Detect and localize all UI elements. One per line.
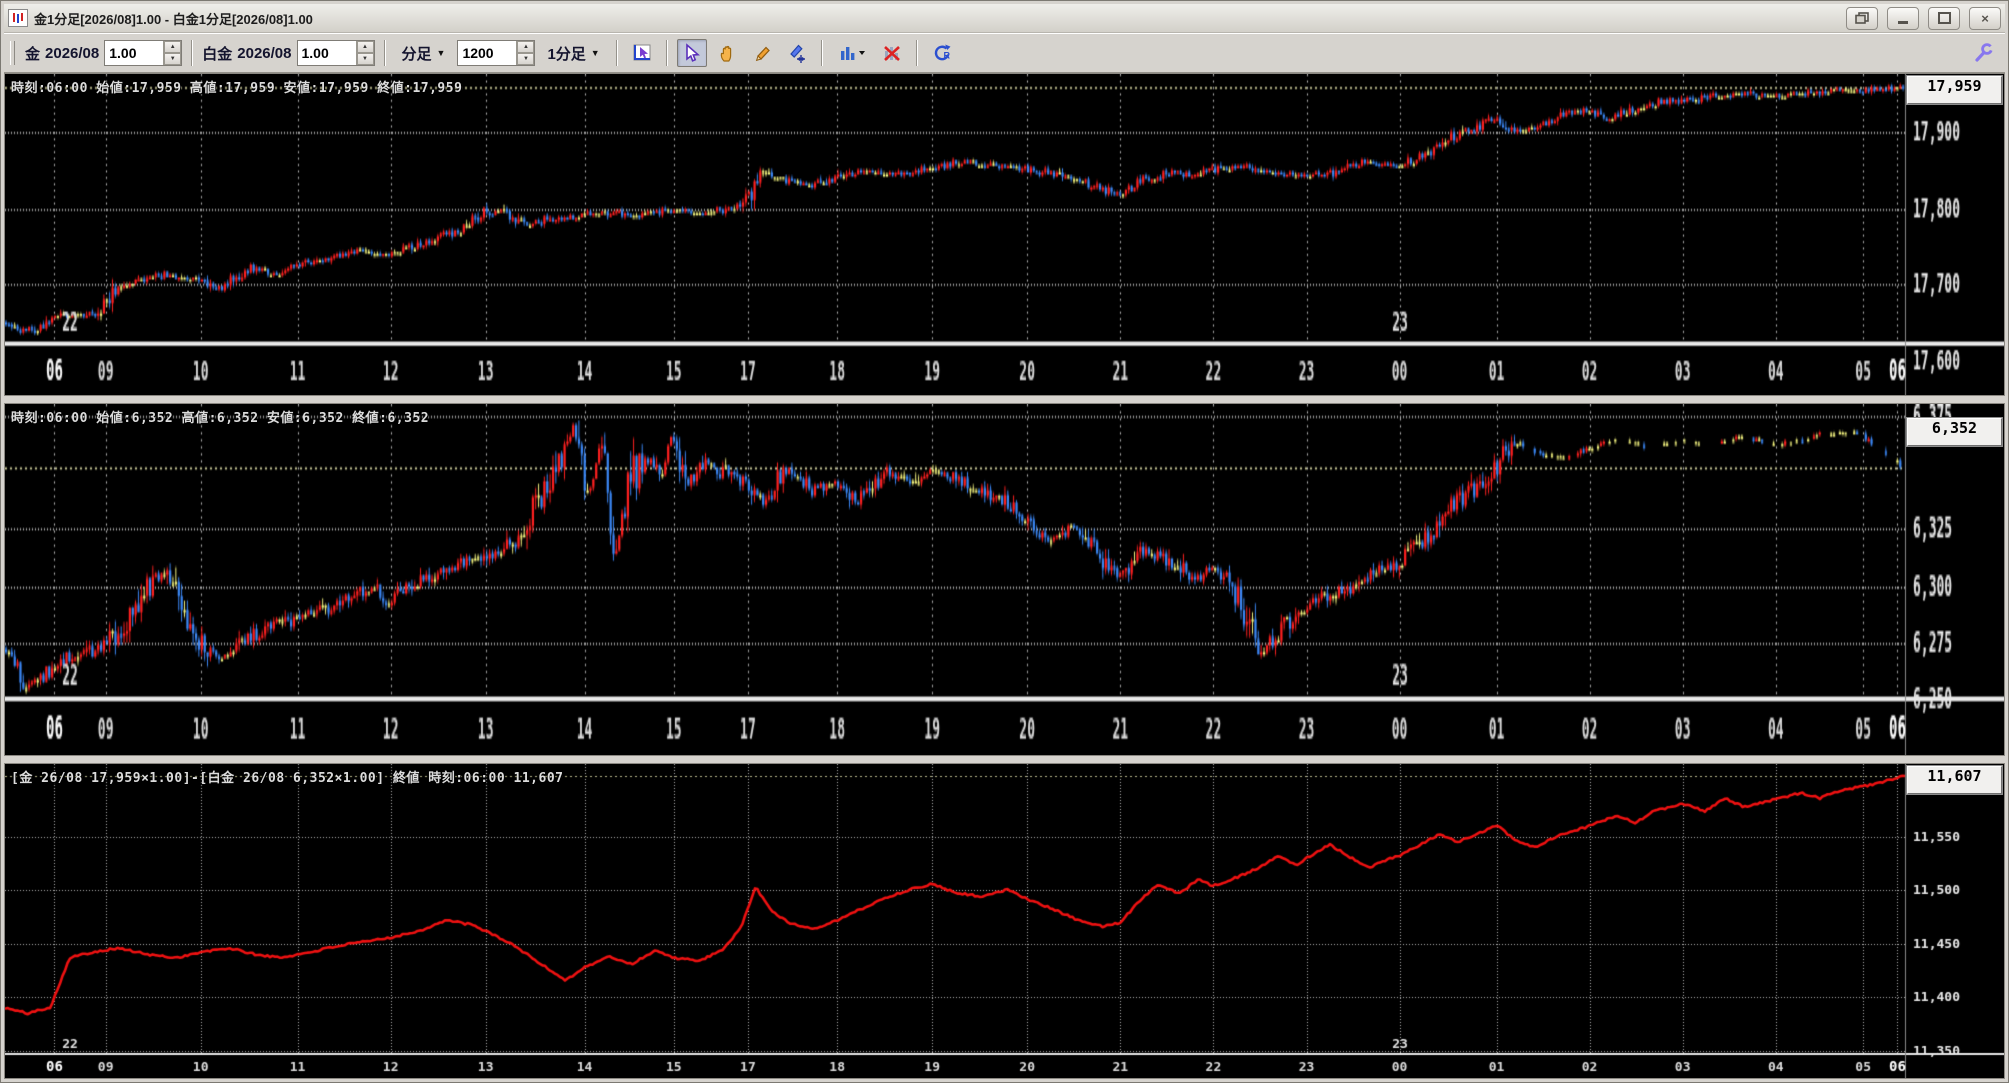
chevron-down-icon: ▼ <box>591 48 600 58</box>
platinum-multiplier-down-button[interactable]: ▼ <box>357 53 374 65</box>
panel-splitter[interactable] <box>4 396 2005 403</box>
title-bar[interactable]: 金1分足[2026/08]1.00 - 白金1分足[2026/08]1.00 × <box>4 4 2005 33</box>
platinum-label: 白金 <box>202 43 232 64</box>
interval-type-label: 分足 <box>402 43 432 64</box>
marker-move-icon <box>787 43 807 63</box>
minimize-button[interactable] <box>1887 7 1919 30</box>
settings-button[interactable] <box>1969 39 1999 67</box>
spread-line-chart[interactable] <box>5 764 2004 1078</box>
delete-drawing-button[interactable] <box>877 39 907 67</box>
window-title: 金1分足[2026/08]1.00 - 白金1分足[2026/08]1.00 <box>34 9 313 28</box>
toolbar-separator <box>191 40 193 66</box>
platinum-multiplier-spinner: ▲ ▼ <box>297 40 375 66</box>
bar-count-up-button[interactable]: ▲ <box>517 41 534 53</box>
close-button[interactable]: × <box>1969 7 2001 30</box>
timeframe-label: 1分足 <box>547 43 585 64</box>
chart-cursor-tool-button[interactable] <box>627 39 657 67</box>
gold-contract-month: 2026/08 <box>45 45 99 62</box>
minimize-icon <box>1898 21 1908 24</box>
toolbar-grip[interactable] <box>10 41 15 65</box>
select-arrow-tool-button[interactable] <box>677 39 707 67</box>
chevron-down-icon: ▼ <box>437 48 446 58</box>
marker-move-tool-button[interactable] <box>782 39 812 67</box>
spread-chart-panel: [金 26/08 17,959×1.00]-[白金 26/08 6,352×1.… <box>4 763 2005 1079</box>
platinum-multiplier-up-button[interactable]: ▲ <box>357 41 374 53</box>
wrench-icon <box>1973 42 1995 64</box>
pencil-draw-tool-button[interactable] <box>747 39 777 67</box>
select-arrow-icon <box>682 43 702 63</box>
bar-count-down-button[interactable]: ▼ <box>517 53 534 65</box>
platinum-candlestick-chart[interactable] <box>5 404 2004 755</box>
hand-icon <box>717 43 737 63</box>
bar-count-input[interactable] <box>458 41 516 65</box>
platinum-contract-month: 2026/08 <box>237 45 291 62</box>
toolbar-separator <box>616 40 618 66</box>
gold-spinner-buttons: ▲ ▼ <box>163 41 181 65</box>
toolbar: 金 2026/08 ▲ ▼ 白金 2026/08 ▲ ▼ 分足 ▼ <box>4 33 2005 73</box>
toolbar-right-group <box>1969 39 1999 67</box>
app-icon <box>8 9 28 27</box>
gold-multiplier-up-button[interactable]: ▲ <box>164 41 181 53</box>
cascade-windows-button[interactable] <box>1846 7 1878 30</box>
refresh-chart-button[interactable]: R <box>927 39 957 67</box>
refresh-icon: R <box>932 43 952 63</box>
platinum-chart-panel: 時刻:06:00 始値:6,352 高値:6,352 安値:6,352 終値:6… <box>4 403 2005 756</box>
gold-multiplier-input[interactable] <box>105 41 163 65</box>
gold-chart-panel: 時刻:06:00 始値:17,959 高値:17,959 安値:17,959 終… <box>4 73 2005 396</box>
pencil-icon <box>752 43 772 63</box>
cascade-icon <box>1855 12 1869 24</box>
pan-hand-tool-button[interactable] <box>712 39 742 67</box>
maximize-icon <box>1938 12 1951 24</box>
maximize-button[interactable] <box>1928 7 1960 30</box>
chart-client-area: 時刻:06:00 始値:17,959 高値:17,959 安値:17,959 終… <box>4 73 2005 1079</box>
gold-multiplier-down-button[interactable]: ▼ <box>164 53 181 65</box>
timeframe-dropdown[interactable]: 1分足 ▼ <box>540 40 606 66</box>
toolbar-separator <box>821 40 823 66</box>
gold-candlestick-chart[interactable] <box>5 74 2004 395</box>
interval-type-dropdown[interactable]: 分足 ▼ <box>395 40 453 66</box>
svg-text:R: R <box>943 51 950 61</box>
delete-chart-icon <box>882 43 902 63</box>
panel-splitter[interactable] <box>4 756 2005 763</box>
bar-chart-icon <box>838 43 866 63</box>
platinum-multiplier-input[interactable] <box>298 41 356 65</box>
toolbar-separator <box>916 40 918 66</box>
gold-label: 金 <box>25 43 40 64</box>
platinum-spinner-buttons: ▲ ▼ <box>356 41 374 65</box>
bar-count-spinner: ▲ ▼ <box>457 40 535 66</box>
app-window: 金1分足[2026/08]1.00 - 白金1分足[2026/08]1.00 ×… <box>0 0 2009 1083</box>
bar-count-spinner-buttons: ▲ ▼ <box>516 41 534 65</box>
toolbar-separator <box>384 40 386 66</box>
toolbar-separator <box>666 40 668 66</box>
chart-cursor-icon <box>632 43 652 63</box>
close-icon: × <box>1981 11 1989 26</box>
chart-type-dropdown-button[interactable] <box>832 39 872 67</box>
gold-multiplier-spinner: ▲ ▼ <box>104 40 182 66</box>
